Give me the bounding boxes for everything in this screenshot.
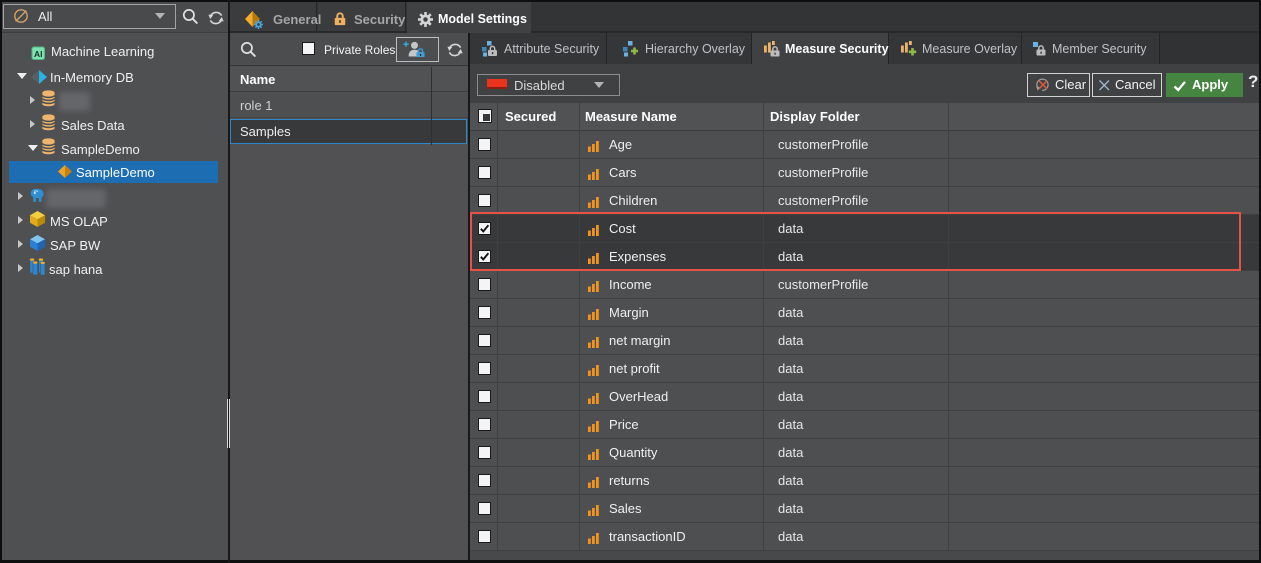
svg-text:AI: AI <box>34 49 43 59</box>
